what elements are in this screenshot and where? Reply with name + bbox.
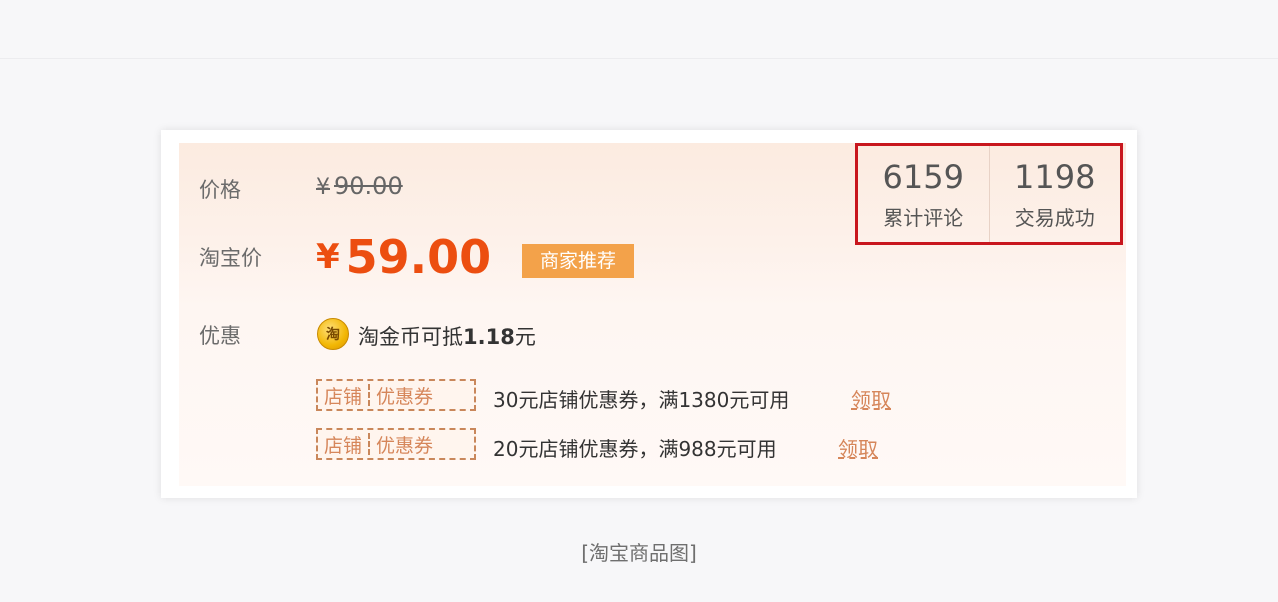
claim-coupon-link[interactable]: 领取 <box>851 384 891 413</box>
currency-symbol: ¥ <box>316 237 340 277</box>
coin-amount: 1.18 <box>463 325 515 349</box>
merchant-recommend-badge: 商家推荐 <box>522 244 634 278</box>
top-divider <box>0 58 1278 59</box>
sales-stats-highlight: 6159 累计评论 1198 交易成功 <box>855 143 1123 245</box>
taobao-price-label: 淘宝价 <box>199 246 262 270</box>
coupon-description: 20元店铺优惠券，满988元可用 <box>493 437 777 461</box>
transaction-count-stat[interactable]: 1198 交易成功 <box>988 146 1121 242</box>
original-price: ¥90.00 <box>316 172 403 200</box>
coupon-description: 30元店铺优惠券，满1380元可用 <box>493 388 790 412</box>
coupon-tag-store: 店铺 <box>324 434 363 457</box>
product-price-panel: 价格 ¥90.00 淘宝价 ¥59.00 商家推荐 优惠 淘 淘金币可抵1.18… <box>161 130 1137 498</box>
price-label: 价格 <box>199 178 241 202</box>
review-count-label: 累计评论 <box>883 206 964 230</box>
transaction-count-label: 交易成功 <box>1014 206 1095 230</box>
coin-text-suffix: 元 <box>514 325 536 349</box>
coin-deduction-text: 淘金币可抵1.18元 <box>358 321 536 351</box>
taobao-price-value: 59.00 <box>345 230 492 284</box>
review-count-stat[interactable]: 6159 累计评论 <box>858 146 989 242</box>
original-currency: ¥ <box>316 175 330 200</box>
store-coupon-tag: 店铺 优惠券 <box>316 379 476 411</box>
coupon-tag-coupon: 优惠券 <box>376 434 434 457</box>
taobao-coin-icon: 淘 <box>317 318 349 350</box>
coupon-tag-coupon: 优惠券 <box>376 385 434 408</box>
taobao-price: ¥59.00 <box>316 230 491 284</box>
claim-coupon-link[interactable]: 领取 <box>838 433 878 462</box>
review-count: 6159 <box>882 158 964 196</box>
image-caption: [淘宝商品图] <box>581 541 697 565</box>
store-coupon-tag: 店铺 优惠券 <box>316 428 476 460</box>
coin-text-prefix: 淘金币可抵 <box>358 325 463 349</box>
discount-label: 优惠 <box>199 324 241 348</box>
transaction-count: 1198 <box>1014 158 1096 196</box>
original-price-value: 90.00 <box>334 172 403 200</box>
coupon-tag-store: 店铺 <box>324 385 363 408</box>
